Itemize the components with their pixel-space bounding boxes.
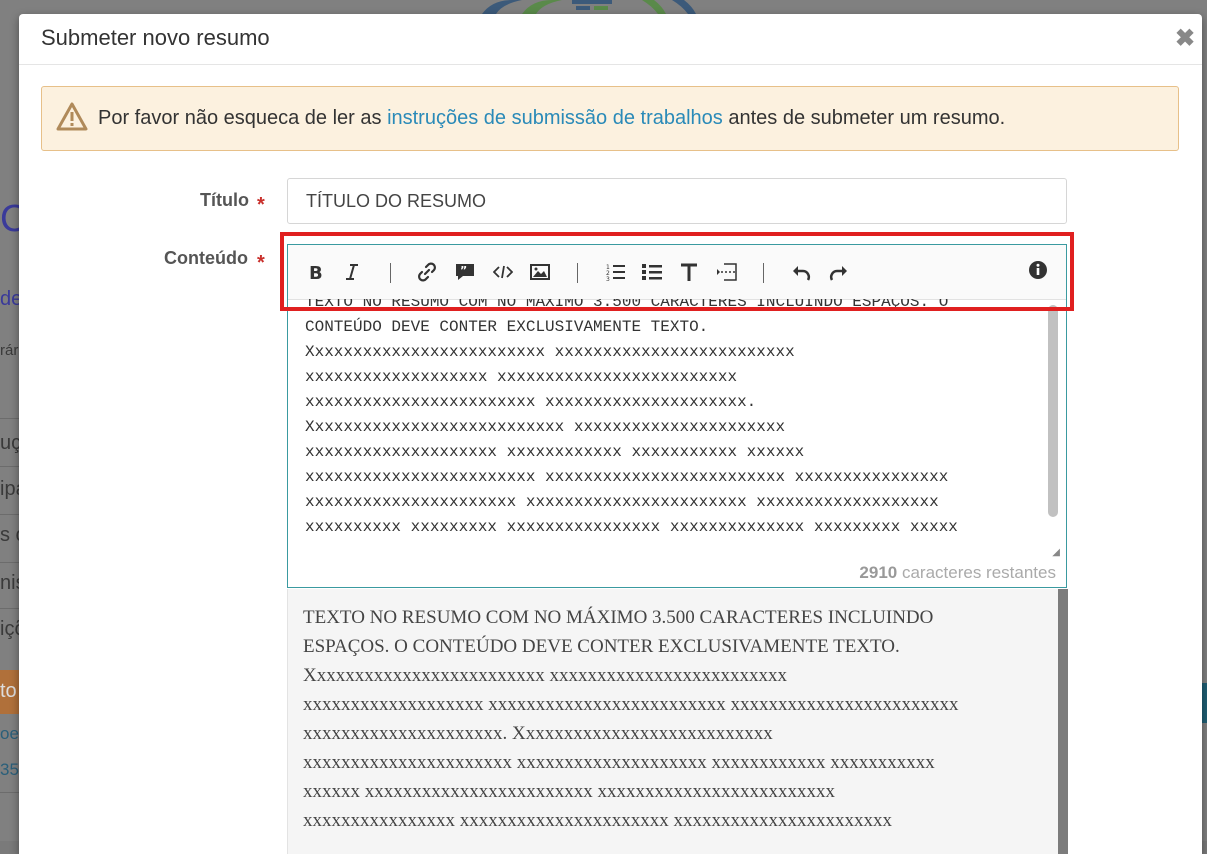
alert-message: Por favor não esqueca de ler as instruçõ… — [98, 107, 1005, 130]
editor-line: Xxxxxxxxxxxxxxxxxxxxxxxxx xxxxxxxxxxxxxx… — [305, 343, 795, 361]
link-icon[interactable] — [414, 259, 440, 285]
preview-line: Xxxxxxxxxxxxxxxxxxxxxxxxx xxxxxxxxxxxxxx… — [303, 665, 787, 686]
required-marker: * — [257, 194, 265, 216]
bg-divider — [0, 514, 20, 515]
required-marker: * — [257, 252, 265, 274]
code-icon[interactable] — [490, 259, 516, 285]
submission-instructions-link[interactable]: instruções de submissão de trabalhos — [387, 107, 723, 129]
editor-line: xxxxxxxxxxxxxxxxxxxxxxxx xxxxxxxxxxxxxxx… — [305, 393, 757, 411]
remaining-label: caracteres restantes — [897, 563, 1056, 582]
italic-icon[interactable] — [339, 259, 365, 285]
redo-icon[interactable] — [826, 259, 852, 285]
toolbar-separator — [763, 263, 764, 283]
remaining-count: 2910 — [859, 563, 898, 582]
bg-divider — [0, 418, 20, 419]
bg-button — [1202, 683, 1207, 723]
character-counter: 2910 caracteres restantes — [859, 563, 1056, 583]
resize-handle-icon[interactable]: ◢ — [1052, 547, 1060, 558]
svg-text:B: B — [309, 263, 323, 281]
info-icon[interactable] — [1025, 257, 1051, 283]
submit-abstract-modal: Submeter novo resumo ✖ Por favor não esq… — [19, 14, 1202, 854]
preview-line: ESPAÇOS. O CONTEÚDO DEVE CONTER EXCLUSIV… — [303, 636, 900, 657]
preview-text: TEXTO NO RESUMO COM NO MÁXIMO 3.500 CARA… — [303, 603, 1043, 835]
preview-line: TEXTO NO RESUMO COM NO MÁXIMO 3.500 CARA… — [303, 607, 934, 628]
svg-text:3: 3 — [606, 276, 610, 282]
editor-line: xxxxxxxxxxxxxxxxxxx xxxxxxxxxxxxxxxxxxxx… — [305, 368, 738, 386]
toolbar-separator — [390, 263, 391, 283]
bg-text: s c — [0, 524, 20, 546]
editor-line: Xxxxxxxxxxxxxxxxxxxxxxxxxxx xxxxxxxxxxxx… — [305, 418, 786, 436]
toolbar-separator — [577, 263, 578, 283]
editor-line: xxxxxxxxxxxxxxxxxxxxxxxx xxxxxxxxxxxxxxx… — [305, 468, 949, 486]
warning-icon — [56, 102, 88, 131]
bg-text: de — [0, 288, 20, 310]
svg-text:”: ” — [460, 264, 467, 277]
quote-icon[interactable]: ” — [452, 259, 478, 285]
bg-text: nis — [0, 572, 20, 594]
heading-icon[interactable] — [676, 259, 702, 285]
bg-text: ipa — [0, 478, 20, 500]
content-preview: TEXTO NO RESUMO COM NO MÁXIMO 3.500 CARA… — [287, 589, 1068, 854]
modal-header: Submeter novo resumo ✖ — [19, 14, 1202, 65]
bg-text: 35 — [0, 760, 19, 779]
bg-text: Co — [0, 198, 20, 240]
bg-divider — [0, 562, 20, 563]
unordered-list-icon[interactable] — [639, 259, 665, 285]
title-label: Título — [200, 190, 249, 210]
warning-alert: Por favor não esqueca de ler as instruçõ… — [41, 86, 1179, 151]
preview-line: xxxxxxxxxxxxxxxxxxxxxx xxxxxxxxxxxxxxxxx… — [303, 752, 935, 773]
preview-line: xxxxxxxxxxxxxxxxxxxxx. Xxxxxxxxxxxxxxxxx… — [303, 723, 773, 744]
bg-divider — [0, 466, 20, 467]
preview-line: xxxxxxxxxxxxxxxxxxx xxxxxxxxxxxxxxxxxxxx… — [303, 694, 959, 715]
undo-icon[interactable] — [788, 259, 814, 285]
image-icon[interactable] — [527, 259, 553, 285]
bg-text: rár — [0, 342, 19, 359]
bg-text: oe — [0, 724, 19, 743]
editor-line: xxxxxxxxxxxxxxxxxxxxxx xxxxxxxxxxxxxxxxx… — [305, 493, 939, 511]
close-button[interactable]: ✖ — [1172, 24, 1198, 54]
editor-toolbar: B ” 123 — [288, 245, 1066, 300]
bg-text: uç — [0, 432, 20, 454]
site-logo — [482, 0, 696, 14]
preview-line: xxxxxx xxxxxxxxxxxxxxxxxxxxxxxx xxxxxxxx… — [303, 781, 835, 802]
modal-title: Submeter novo resumo — [41, 25, 270, 50]
bg-divider — [0, 792, 20, 793]
title-input[interactable]: TÍTULO DO RESUMO — [287, 178, 1067, 224]
horizontal-rule-icon[interactable] — [714, 259, 740, 285]
bg-text: içõ — [0, 618, 20, 640]
content-textarea[interactable]: TEXTO NO RESUMO COM NO MÁXIMO 3.500 CARA… — [288, 299, 1050, 555]
ordered-list-icon[interactable]: 123 — [603, 259, 629, 285]
editor-scrollbar[interactable] — [1048, 305, 1058, 517]
markdown-editor: B ” 123 TEXTO NO RESUMO COM NO MÁXIMO 3.… — [287, 244, 1067, 588]
editor-line: TEXTO NO RESUMO COM NO MÁXIMO 3.500 CARA… — [305, 299, 949, 311]
bg-text: to — [0, 680, 17, 702]
editor-line: CONTEÚDO DEVE CONTER EXCLUSIVAMENTE TEXT… — [305, 318, 709, 336]
preview-line: xxxxxxxxxxxxxxxx xxxxxxxxxxxxxxxxxxxxxx … — [303, 810, 892, 831]
preview-scrollbar[interactable] — [1058, 589, 1068, 854]
editor-line: xxxxxxxxxxxxxxxxxxxx xxxxxxxxxxxx xxxxxx… — [305, 443, 805, 461]
bg-divider — [0, 608, 20, 609]
content-label: Conteúdo — [164, 248, 248, 268]
alert-text-before: Por favor não esqueca de ler as — [98, 107, 388, 129]
bold-icon[interactable]: B — [303, 259, 329, 285]
editor-line: xxxxxxxxxx xxxxxxxxx xxxxxxxxxxxxxxxx xx… — [305, 518, 958, 536]
alert-text-after: antes de submeter um resumo. — [722, 107, 1006, 129]
